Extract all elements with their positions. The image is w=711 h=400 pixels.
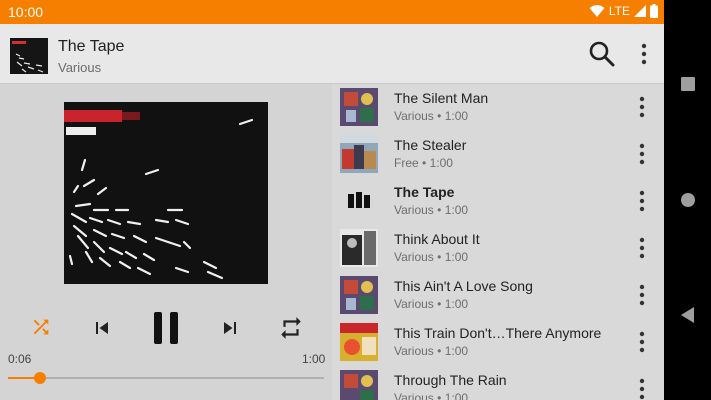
app-bar: The Tape Various bbox=[0, 24, 664, 84]
track-meta: Various • 1:00 bbox=[394, 250, 469, 264]
track-meta: Various • 1:00 bbox=[394, 297, 469, 311]
page-subtitle: Various bbox=[58, 60, 102, 75]
status-time: 10:00 bbox=[8, 4, 44, 20]
track-meta: Various • 1:00 bbox=[394, 203, 469, 217]
recents-button[interactable] bbox=[680, 76, 696, 92]
more-vert-icon[interactable] bbox=[634, 188, 650, 214]
track-meta: Various • 1:00 bbox=[394, 391, 469, 400]
more-vert-icon[interactable] bbox=[634, 282, 650, 308]
pause-icon[interactable] bbox=[152, 310, 180, 346]
track-title: The Silent Man bbox=[394, 90, 489, 106]
status-bar: 10:00 LTE bbox=[0, 0, 664, 24]
skip-next-icon[interactable] bbox=[218, 316, 242, 340]
track-title: This Ain't A Love Song bbox=[394, 278, 533, 294]
navigation-bar bbox=[664, 0, 711, 400]
page-title: The Tape bbox=[58, 38, 125, 55]
track-title: The Tape bbox=[394, 184, 455, 200]
list-item[interactable]: This Ain't A Love Song Various • 1:00 bbox=[332, 272, 664, 319]
track-art bbox=[340, 370, 378, 400]
track-title: Think About It bbox=[394, 231, 480, 247]
network-type: LTE bbox=[608, 4, 630, 18]
more-vert-icon[interactable] bbox=[634, 141, 650, 167]
battery-icon bbox=[650, 4, 658, 18]
music-player-app: The Tape Various 0:06 1:00 The Silent Ma… bbox=[0, 24, 664, 400]
seek-bar[interactable] bbox=[8, 372, 324, 384]
repeat-icon[interactable] bbox=[278, 315, 304, 341]
back-button[interactable] bbox=[680, 307, 696, 323]
track-art bbox=[340, 88, 378, 126]
track-meta: Various • 1:00 bbox=[394, 344, 469, 358]
track-title: This Train Don't…There Anymore bbox=[394, 325, 602, 341]
home-button[interactable] bbox=[680, 192, 696, 208]
list-item[interactable]: The Stealer Free • 1:00 bbox=[332, 131, 664, 178]
list-item[interactable]: Think About It Various • 1:00 bbox=[332, 225, 664, 272]
playback-controls bbox=[0, 306, 332, 350]
search-icon[interactable] bbox=[588, 40, 616, 68]
more-vert-icon[interactable] bbox=[634, 329, 650, 355]
album-thumbnail[interactable] bbox=[10, 38, 48, 74]
track-art bbox=[340, 229, 378, 267]
seek-thumb[interactable] bbox=[33, 372, 46, 384]
track-title: The Stealer bbox=[394, 137, 467, 153]
track-meta: Various • 1:00 bbox=[394, 109, 469, 123]
track-art bbox=[340, 276, 378, 314]
list-item[interactable]: The Tape Various • 1:00 bbox=[332, 178, 664, 225]
more-vert-icon[interactable] bbox=[634, 94, 650, 120]
more-vert-icon[interactable] bbox=[636, 42, 652, 66]
skip-previous-icon[interactable] bbox=[90, 316, 114, 340]
more-vert-icon[interactable] bbox=[634, 376, 650, 400]
list-item[interactable]: Through The Rain Various • 1:00 bbox=[332, 366, 664, 400]
album-art bbox=[64, 102, 268, 284]
signal-icon bbox=[634, 5, 646, 17]
now-playing-icon bbox=[348, 192, 370, 208]
list-item[interactable]: The Silent Man Various • 1:00 bbox=[332, 84, 664, 131]
track-art bbox=[340, 323, 378, 361]
status-icons: LTE bbox=[589, 4, 658, 18]
more-vert-icon[interactable] bbox=[634, 235, 650, 261]
track-list: The Silent Man Various • 1:00 The Steale… bbox=[332, 84, 664, 400]
list-item[interactable]: This Train Don't…There Anymore Various •… bbox=[332, 319, 664, 366]
elapsed-time: 0:06 bbox=[8, 352, 32, 366]
total-duration: 1:00 bbox=[302, 352, 326, 366]
wifi-icon bbox=[589, 5, 605, 17]
track-art bbox=[340, 135, 378, 173]
shuffle-icon[interactable] bbox=[30, 316, 52, 338]
track-title: Through The Rain bbox=[394, 372, 507, 388]
track-meta: Free • 1:00 bbox=[394, 156, 453, 170]
player-pane: 0:06 1:00 bbox=[0, 84, 332, 400]
